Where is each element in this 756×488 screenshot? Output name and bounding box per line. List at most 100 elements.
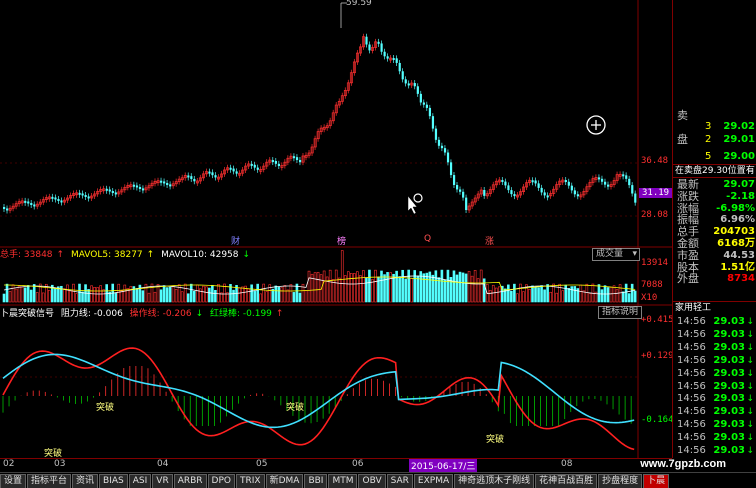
event-marker[interactable]: 榜	[337, 234, 346, 247]
field-value: 8734	[727, 273, 755, 285]
volume-bar	[606, 287, 610, 303]
tab-3[interactable]: BIAS	[99, 474, 128, 488]
volume-bar	[621, 291, 625, 303]
candle	[597, 177, 601, 180]
tab-13[interactable]: SAR	[386, 474, 413, 488]
volume-bar	[72, 283, 75, 303]
tab-0[interactable]: 设置	[0, 474, 27, 488]
event-marker[interactable]: 财	[231, 234, 240, 247]
signal-histogram	[2, 366, 632, 426]
tab-17[interactable]: 抄盘程度	[598, 474, 643, 488]
volume-bar	[337, 277, 341, 303]
volume-bar	[17, 285, 21, 303]
tab-11[interactable]: MTM	[328, 474, 358, 488]
tab-10[interactable]: BBI	[304, 474, 328, 488]
volume-bar	[494, 287, 498, 303]
tick-price: 29.03	[713, 419, 745, 431]
tab-9[interactable]: 新DMA	[265, 474, 304, 488]
field-value: 204703	[713, 226, 755, 238]
candle	[81, 193, 84, 196]
status-line: 在卖盘29.30位置有	[673, 164, 756, 178]
candle	[434, 128, 438, 140]
volume-bar	[564, 284, 568, 303]
volume-bar	[63, 288, 66, 303]
tick-price: 29.03	[713, 367, 745, 379]
candle	[105, 188, 108, 191]
volume-bar	[214, 289, 217, 303]
tick-row: 14:56 29.03 ↓	[675, 406, 755, 418]
volume-bar	[534, 286, 537, 303]
tab-18[interactable]: 卜晨	[643, 474, 670, 488]
watermark: www.7gpzb.com	[640, 458, 726, 470]
candle	[501, 180, 504, 183]
volume-select[interactable]: 成交量 ▾	[592, 248, 640, 261]
tab-1[interactable]: 指标平台	[27, 474, 72, 488]
volume-bar	[470, 275, 474, 303]
candle	[256, 167, 259, 170]
tab-4[interactable]: ASI	[128, 474, 152, 488]
volume-bar	[289, 284, 293, 303]
tick-price: 29.03	[713, 393, 745, 405]
ask-row: 5 29.00	[705, 151, 755, 162]
volume-bar	[579, 284, 583, 303]
candle	[543, 192, 546, 196]
volume-bar	[123, 284, 127, 303]
month-label: 03	[54, 459, 66, 469]
volume-bar	[431, 274, 435, 303]
tab-8[interactable]: TRIX	[236, 474, 265, 488]
field-value: -6.98%	[716, 202, 755, 214]
tab-12[interactable]: OBV	[358, 474, 386, 488]
candle	[507, 185, 510, 191]
down-arrow-icon: ↓	[746, 317, 754, 327]
tab-6[interactable]: ARBR	[173, 474, 207, 488]
indicator-help-button[interactable]: 指标说明	[598, 306, 643, 319]
volume-bar	[428, 271, 432, 303]
candle	[292, 156, 296, 159]
volume-bar	[208, 287, 211, 303]
volume-bar	[238, 287, 241, 303]
volume-bar	[11, 284, 15, 303]
volume-bar	[280, 287, 284, 303]
chart-area[interactable]	[0, 0, 672, 458]
volume-bar	[286, 289, 290, 303]
volume-bar	[588, 293, 592, 303]
volume-header: 总手: 33848 ↑ MAVOL5: 38277 ↑ MAVOL10: 42958…	[0, 250, 251, 260]
tick-price: 29.03	[713, 432, 745, 444]
tab-2[interactable]: 资讯	[72, 474, 99, 488]
volume-bar	[117, 283, 121, 303]
tab-14[interactable]: EXPMA	[413, 474, 454, 488]
candle	[298, 160, 302, 163]
event-marker[interactable]: Q	[424, 234, 431, 244]
candle	[160, 180, 163, 183]
candle	[84, 195, 87, 198]
volume-bar	[180, 291, 184, 303]
volume-bar	[374, 269, 377, 303]
candle	[229, 167, 232, 170]
tick-price: 29.03	[713, 341, 745, 353]
candle	[214, 175, 217, 178]
candle	[401, 71, 404, 80]
volume-bar	[262, 283, 266, 303]
tab-16[interactable]: 花神百战百胜	[535, 474, 598, 488]
tab-15[interactable]: 神奇逃顶木子刚线	[454, 474, 535, 488]
candle	[380, 43, 383, 52]
tab-5[interactable]: VR	[152, 474, 173, 488]
volume-bar	[359, 275, 362, 303]
volume-bar	[217, 284, 220, 303]
volume-bar	[69, 290, 72, 303]
tab-7[interactable]: DPO	[207, 474, 235, 488]
tick-row: 14:56 29.03 ↓	[675, 368, 755, 380]
volume-bar	[407, 269, 410, 303]
volume-tick: 7088	[641, 280, 663, 290]
event-marker[interactable]: 涨	[485, 234, 494, 247]
volume-bar	[353, 273, 356, 303]
candle	[377, 41, 380, 44]
field-value: 6168万	[717, 238, 755, 249]
candle	[422, 102, 425, 105]
field-value: 1.51亿	[720, 261, 755, 273]
tick-price: 29.03	[713, 380, 745, 392]
volume-bar	[247, 288, 250, 303]
volume-bar	[205, 286, 208, 303]
volume-bar	[567, 288, 571, 303]
volume-bar	[283, 285, 287, 303]
